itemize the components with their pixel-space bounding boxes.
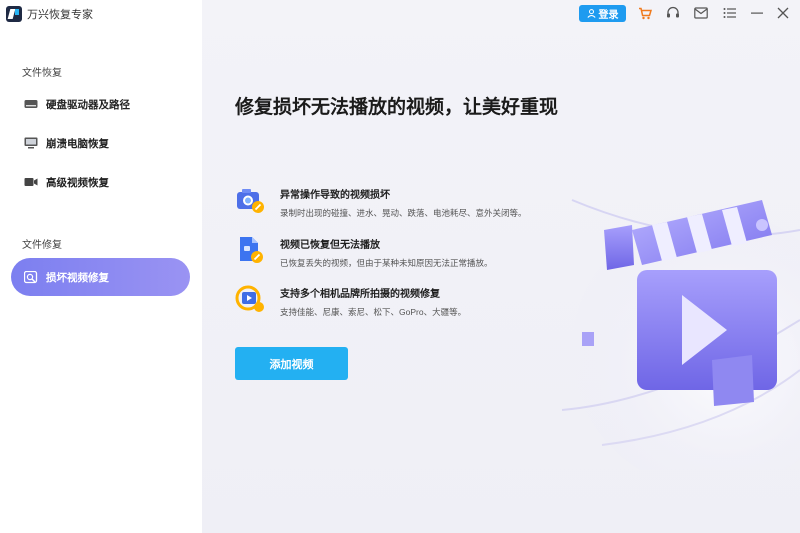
minimize-icon[interactable] [750,6,764,20]
camera-repair-icon [235,184,267,216]
main-panel: 登录 修复损坏无法播放的视频，让美好重现 异常操作导致的视频损坏 录制时出现的碰… [202,0,800,533]
login-button[interactable]: 登录 [579,5,626,22]
hard-drive-icon [24,98,38,110]
feature-description: 录制时出现的碰撞、进水、晃动、跌落、电池耗尽、意外关闭等。 [280,208,527,218]
mail-icon[interactable] [694,6,708,20]
video-repair-icon [24,270,38,283]
sidebar-item-label: 损坏视频修复 [46,271,109,284]
app-logo-icon [6,6,22,22]
sidebar: 万兴恢复专家 文件恢复 硬盘驱动器及路径 崩溃电脑恢复 高级视频恢复 文件修复 … [0,0,202,533]
feature-description: 已恢复丢失的视频，但由于某种未知原因无法正常播放。 [280,258,493,268]
video-camera-icon [24,176,38,188]
feature-description: 支持佳能、尼康、索尼、松下、GoPro、大疆等。 [280,307,467,317]
menu-icon[interactable] [722,6,736,20]
page-title: 修复损坏无法播放的视频，让美好重现 [235,97,559,118]
sidebar-item-label: 高级视频恢复 [46,176,109,189]
feature-title: 支持多个相机品牌所拍摄的视频修复 [280,289,440,300]
login-label: 登录 [598,10,619,21]
feature-item: 异常操作导致的视频损坏 录制时出现的碰撞、进水、晃动、跌落、电池耗尽、意外关闭等… [235,184,575,219]
feature-item: 视频已恢复但无法播放 已恢复丢失的视频，但由于某种未知原因无法正常播放。 [235,234,575,269]
close-icon[interactable] [776,6,790,20]
cart-icon[interactable] [638,6,652,20]
sidebar-item-advanced-video[interactable]: 高级视频恢复 [11,163,190,201]
section-label-file-recovery: 文件恢复 [22,68,62,79]
video-repair-illustration [561,170,800,490]
app-header: 万兴恢复专家 [6,5,93,23]
camera-brands-icon [235,283,267,315]
monitor-icon [24,137,38,149]
app-title: 万兴恢复专家 [27,9,93,21]
feature-item: 支持多个相机品牌所拍摄的视频修复 支持佳能、尼康、索尼、松下、GoPro、大疆等… [235,283,575,318]
feature-title: 异常操作导致的视频损坏 [280,190,390,201]
sidebar-item-label: 硬盘驱动器及路径 [46,98,130,111]
feature-title: 视频已恢复但无法播放 [280,240,380,251]
sidebar-item-crashed-computer[interactable]: 崩溃电脑恢复 [11,124,190,162]
sidebar-item-hard-drive[interactable]: 硬盘驱动器及路径 [11,85,190,123]
file-repair-icon [235,234,267,266]
user-icon [586,9,596,18]
section-label-file-repair: 文件修复 [22,240,62,251]
sidebar-item-video-repair[interactable]: 损坏视频修复 [11,258,190,296]
headset-icon[interactable] [666,6,680,20]
sidebar-item-label: 崩溃电脑恢复 [46,137,109,150]
add-video-button[interactable]: 添加视频 [235,347,348,380]
